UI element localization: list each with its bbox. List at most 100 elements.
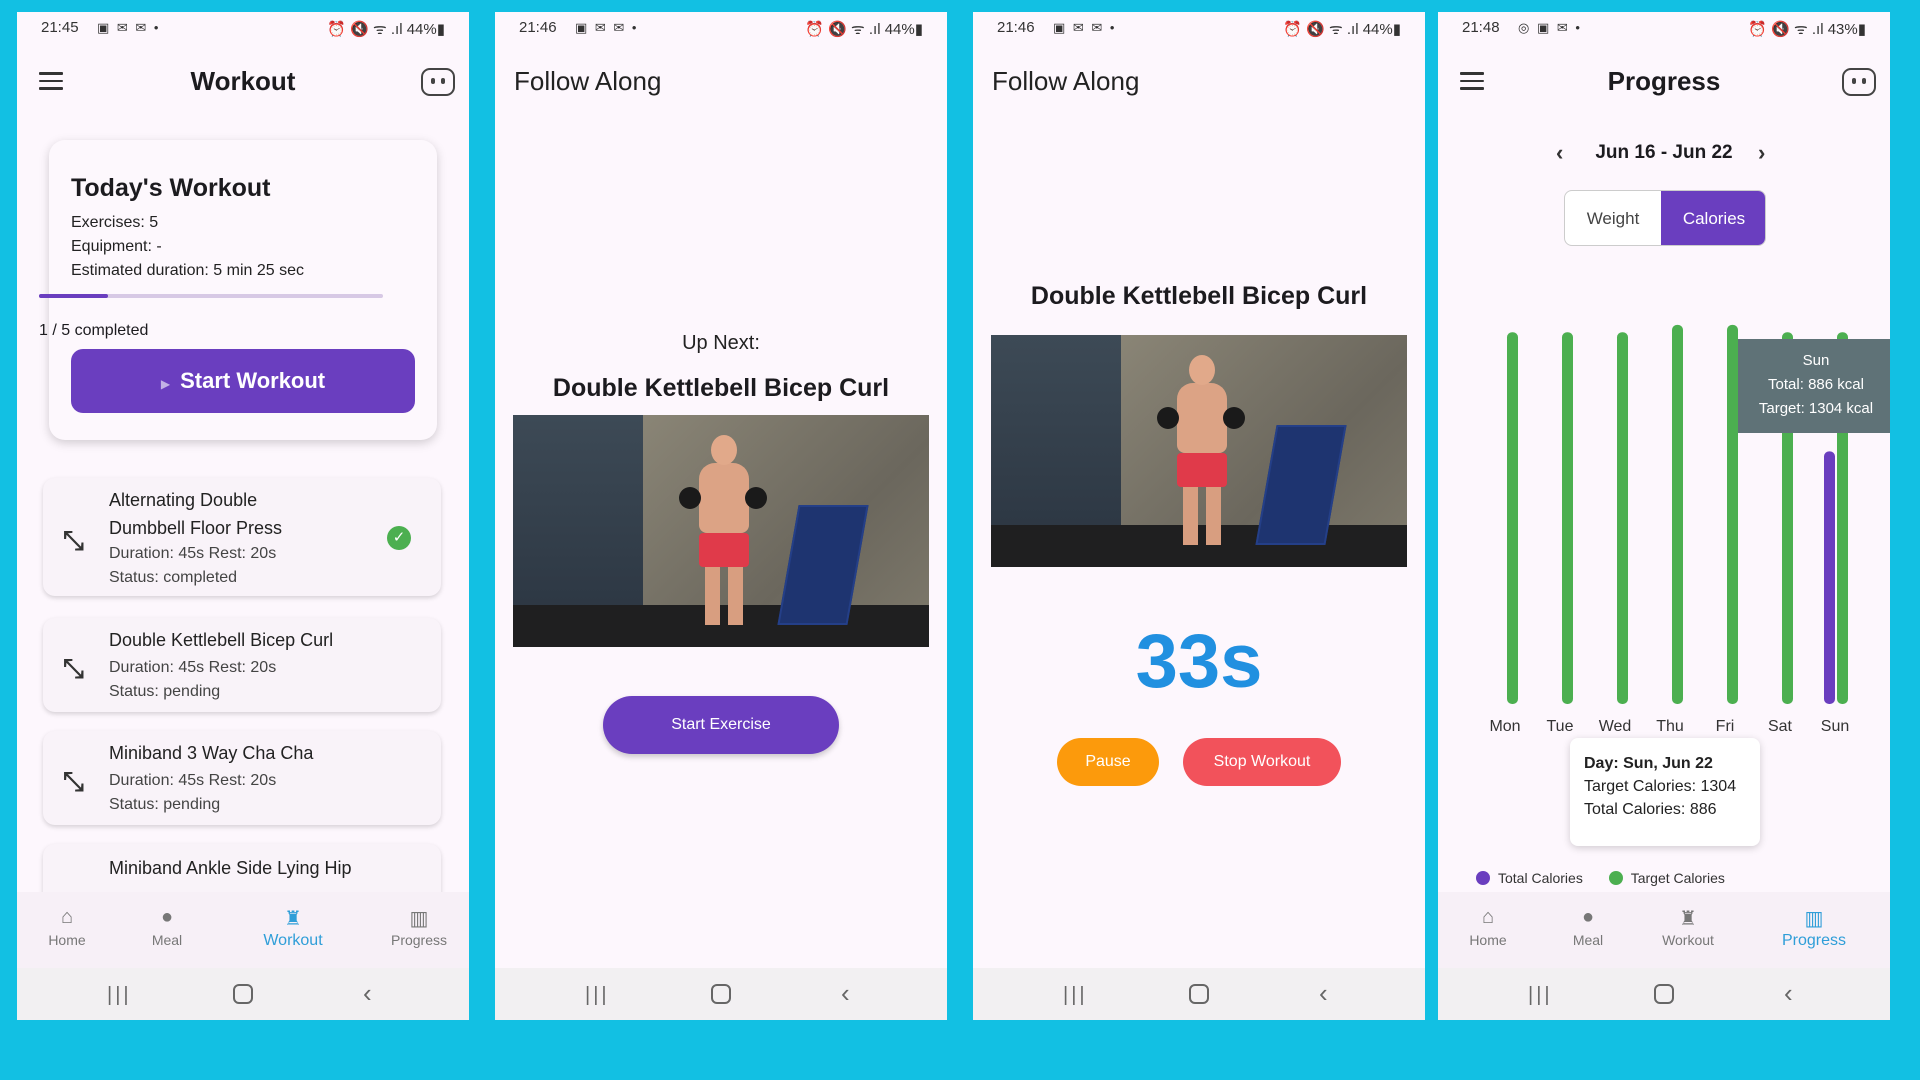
exercise-video[interactable] <box>513 415 929 647</box>
home-button-icon[interactable] <box>711 984 731 1004</box>
workout-screen: 21:45 ▣ ✉ ✉ • ⏰ 🔇 ᯤ .ıl 44%▮ Workout Tod… <box>17 12 469 1020</box>
workout-icon: ♜ <box>284 908 302 930</box>
nav-meal[interactable]: ● Meal <box>1538 906 1638 948</box>
apple-icon: ● <box>1581 906 1595 928</box>
target-bar-tue[interactable] <box>1562 332 1573 704</box>
status-time: 21:45 <box>41 19 79 36</box>
recents-icon[interactable]: ||| <box>1063 984 1088 1007</box>
status-bar: 21:48 ◎ ▣ ✉ • ⏰ 🔇 ᯤ .ıl 43%▮ <box>1438 12 1890 42</box>
exercise-item[interactable]: ⤡ Miniband 3 Way Cha Cha Duration: 45s R… <box>43 731 441 825</box>
battery-status: ⏰ 🔇 ᯤ .ıl 44%▮ <box>327 21 445 38</box>
home-icon: ⌂ <box>60 906 74 928</box>
duration-info: Estimated duration: 5 min 25 sec <box>71 262 305 279</box>
exercise-item[interactable]: ⤡ Alternating Double Dumbbell Floor Press… <box>43 478 441 596</box>
tooltip-total: Total: 886 kcal <box>1768 376 1864 393</box>
exercise-item[interactable]: ⤡ Double Kettlebell Bicep Curl Duration:… <box>43 618 441 712</box>
page-title: Progress <box>1607 66 1721 96</box>
app-bar: Workout <box>17 42 469 126</box>
x-tick-label: Wed <box>1599 718 1632 735</box>
stop-workout-button[interactable]: Stop Workout <box>1183 738 1341 786</box>
nav-meal[interactable]: ● Meal <box>117 906 217 948</box>
notification-icons: ▣ ✉ ✉ • <box>97 20 161 35</box>
chatbot-icon[interactable] <box>1842 68 1876 96</box>
equipment-info: Equipment: - <box>71 238 162 255</box>
exercise-status: Status: completed <box>109 569 238 586</box>
fitness-icon: ⤡ <box>63 653 84 683</box>
start-workout-label: Start Workout <box>180 368 326 393</box>
detail-total: Total Calories: 886 <box>1584 801 1717 818</box>
nav-home[interactable]: ⌂ Home <box>17 906 117 948</box>
back-icon[interactable]: ‹ <box>363 978 372 1009</box>
x-tick-label: Sun <box>1821 718 1849 735</box>
status-bar: 21:46 ▣ ✉ ✉ • ⏰ 🔇 ᯤ .ıl 44%▮ <box>495 12 947 42</box>
exercise-title: Double Kettlebell Bicep Curl <box>552 374 890 402</box>
nav-progress[interactable]: ▥ Progress <box>1764 906 1864 950</box>
x-tick-label: Thu <box>1656 718 1684 735</box>
fitness-icon: ⤡ <box>63 766 84 796</box>
weight-tab[interactable]: Weight <box>1565 191 1661 245</box>
target-bar-thu[interactable] <box>1672 324 1683 704</box>
back-icon[interactable]: ‹ <box>1784 978 1793 1009</box>
progress-screen: 21:48 ◎ ▣ ✉ • ⏰ 🔇 ᯤ .ıl 43%▮ Progress ‹ … <box>1438 12 1890 1020</box>
exercise-video[interactable] <box>991 335 1407 567</box>
page-title: Follow Along <box>514 66 662 96</box>
calories-tab[interactable]: Calories <box>1661 191 1765 245</box>
nav-progress[interactable]: ▥ Progress <box>369 906 469 948</box>
exercise-count: Exercises: 5 <box>71 214 159 231</box>
status-time: 21:46 <box>997 19 1035 36</box>
exercise-name: Alternating Double Dumbbell Floor Press <box>109 490 283 538</box>
recents-icon[interactable]: ||| <box>585 984 610 1007</box>
battery-status: ⏰ 🔇 ᯤ .ıl 44%▮ <box>1283 21 1401 38</box>
completed-check-icon: ✓ <box>387 526 411 550</box>
next-week-icon[interactable]: › <box>1758 140 1765 166</box>
home-icon: ⌂ <box>1481 906 1495 928</box>
recents-icon[interactable]: ||| <box>107 984 132 1007</box>
bar-chart-icon: ▥ <box>409 908 429 930</box>
exercise-name: Miniband 3 Way Cha Cha <box>109 743 314 763</box>
legend-total: Total Calories <box>1498 870 1583 886</box>
nav-home[interactable]: ⌂ Home <box>1438 906 1538 948</box>
back-icon[interactable]: ‹ <box>1319 978 1328 1009</box>
target-bar-mon[interactable] <box>1507 332 1518 704</box>
notification-icons: ▣ ✉ ✉ • <box>575 20 639 35</box>
status-bar: 21:45 ▣ ✉ ✉ • ⏰ 🔇 ᯤ .ıl 44%▮ <box>17 12 469 42</box>
home-button-icon[interactable] <box>233 984 253 1004</box>
chatbot-icon[interactable] <box>421 68 455 96</box>
start-workout-button[interactable]: ▶ Start Workout <box>71 349 415 413</box>
back-icon[interactable]: ‹ <box>841 978 850 1009</box>
home-button-icon[interactable] <box>1189 984 1209 1004</box>
completed-count: 1 / 5 completed <box>39 322 149 339</box>
target-bar-fri[interactable] <box>1727 324 1738 704</box>
countdown-timer: 33s <box>1135 619 1263 704</box>
system-nav: ||| ‹ <box>17 968 469 1020</box>
app-bar: Follow Along <box>973 42 1425 126</box>
tooltip-day: Sun <box>1802 352 1830 369</box>
total-bar-sun[interactable] <box>1824 451 1835 704</box>
follow-along-screen: 21:46 ▣ ✉ ✉ • ⏰ 🔇 ᯤ .ıl 44%▮ Follow Alon… <box>495 12 947 1020</box>
system-nav: ||| ‹ <box>495 968 947 1020</box>
pause-button[interactable]: Pause <box>1057 738 1159 786</box>
recents-icon[interactable]: ||| <box>1528 984 1553 1007</box>
day-detail-card: Day: Sun, Jun 22 Target Calories: 1304 T… <box>1570 738 1760 846</box>
chart-legend: Total Calories Target Calories <box>1476 870 1725 886</box>
nav-workout[interactable]: ♜ Workout <box>1638 906 1738 948</box>
exercise-status: Status: pending <box>109 683 221 700</box>
home-button-icon[interactable] <box>1654 984 1674 1004</box>
apple-icon: ● <box>160 906 174 928</box>
nav-workout[interactable]: ♜ Workout <box>243 906 343 950</box>
play-icon: ▶ <box>160 377 171 391</box>
x-tick-label: Sat <box>1768 718 1793 735</box>
system-nav: ||| ‹ <box>973 968 1425 1020</box>
workout-progress-bar <box>39 294 383 298</box>
exercise-duration: Duration: 45s Rest: 20s <box>109 772 277 789</box>
tooltip-target: Target: 1304 kcal <box>1758 400 1874 417</box>
target-bar-wed[interactable] <box>1617 332 1628 704</box>
battery-status: ⏰ 🔇 ᯤ .ıl 44%▮ <box>805 21 923 38</box>
app-bar: Follow Along <box>495 42 947 126</box>
page-title: Follow Along <box>992 66 1140 96</box>
up-next-label: Up Next: <box>682 332 760 354</box>
metric-toggle: Weight Calories <box>1564 190 1766 246</box>
bar-chart-icon: ▥ <box>1804 908 1824 930</box>
start-exercise-button[interactable]: Start Exercise <box>603 696 839 754</box>
notification-icons: ◎ ▣ ✉ • <box>1518 20 1582 35</box>
